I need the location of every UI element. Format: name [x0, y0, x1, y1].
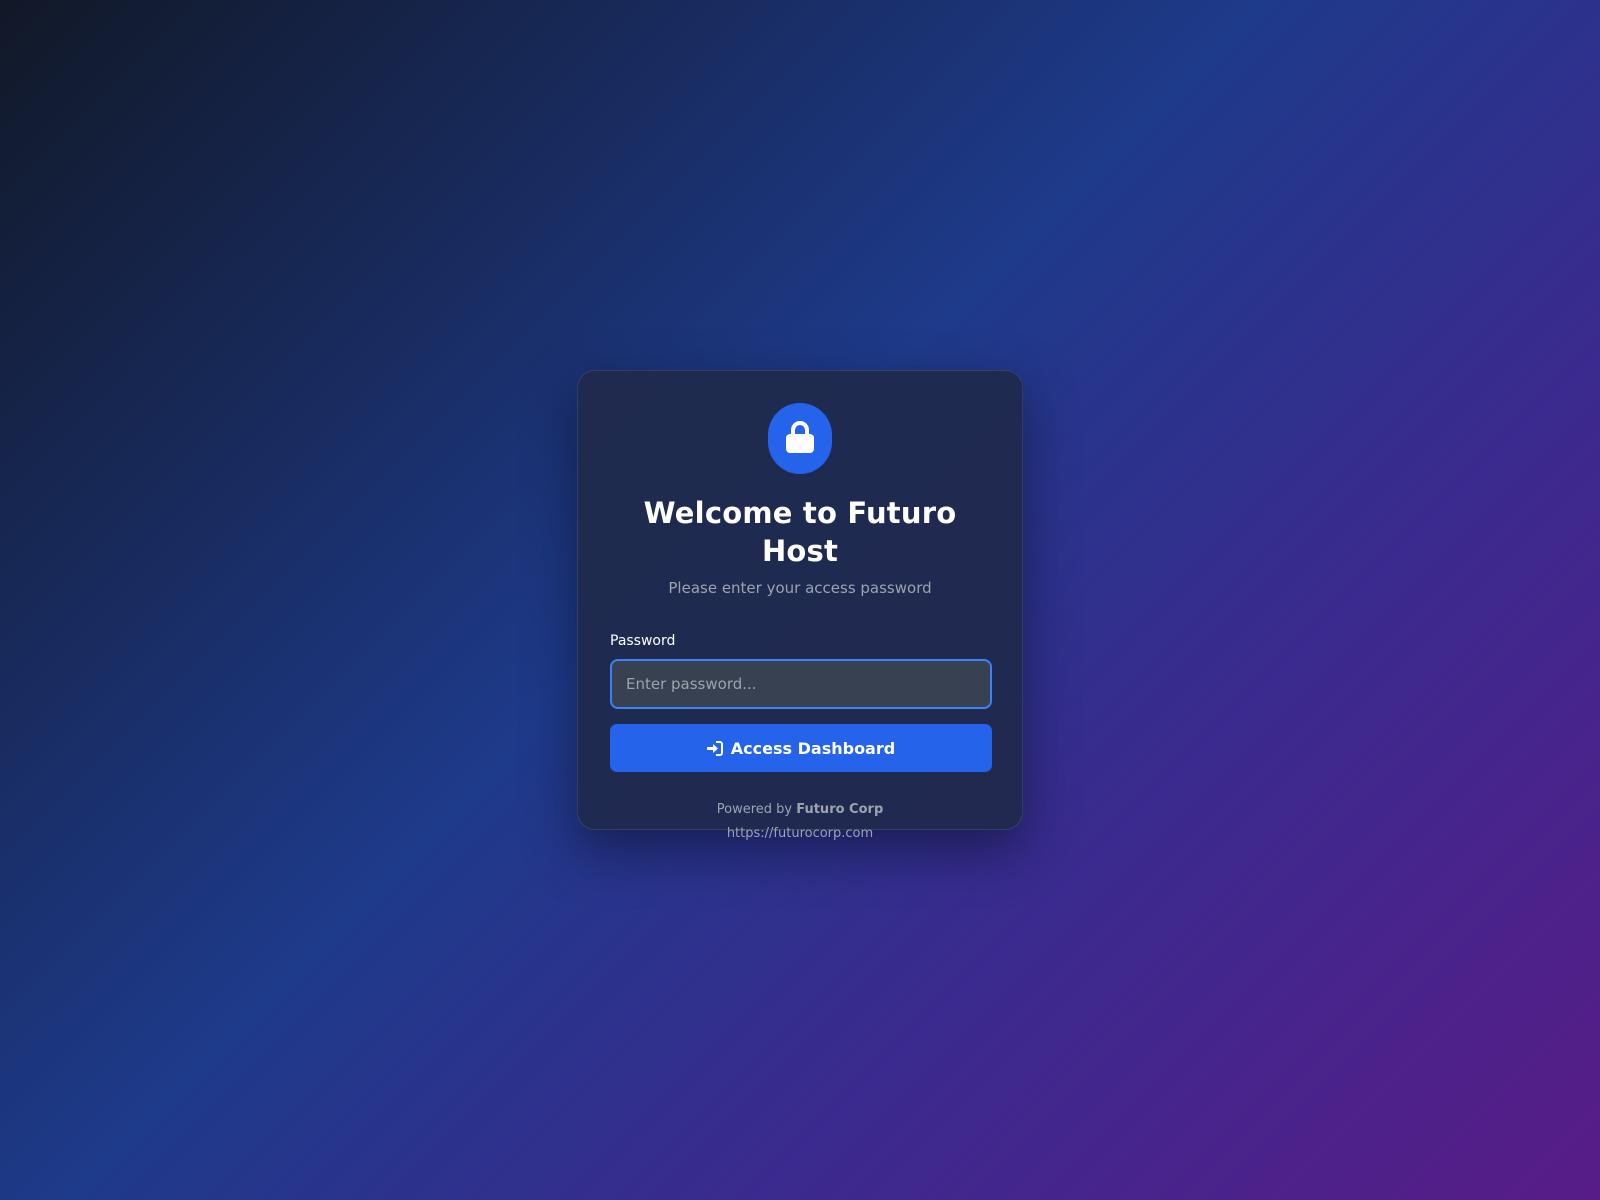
company-name: Futuro Corp [796, 802, 884, 817]
lock-icon [784, 419, 816, 459]
password-label: Password [610, 633, 676, 649]
sign-in-icon [706, 740, 723, 756]
login-card: Welcome to Futuro Host Please enter your… [577, 370, 1023, 841]
access-dashboard-button[interactable]: Access Dashboard [610, 724, 992, 772]
page-subtitle: Please enter your access password [668, 579, 932, 597]
powered-by-text: Powered by [716, 802, 793, 817]
footer: Powered by Futuro Corp https://futurocor… [610, 798, 990, 846]
access-dashboard-label: Access Dashboard [730, 738, 896, 758]
lock-badge [768, 403, 832, 474]
password-input[interactable] [610, 659, 992, 709]
company-url[interactable]: https://futurocorp.com [610, 822, 990, 846]
powered-by-line: Powered by Futuro Corp [610, 798, 990, 822]
page-title: Welcome to Futuro Host [643, 496, 957, 568]
